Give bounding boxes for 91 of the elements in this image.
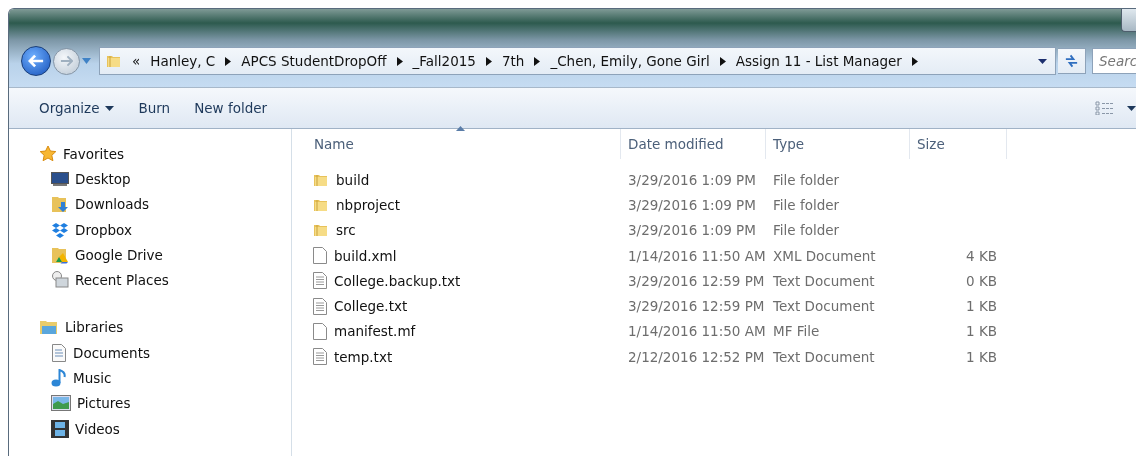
text-file-icon <box>313 272 327 290</box>
download-folder-icon <box>51 195 69 214</box>
document-icon <box>51 343 67 362</box>
date-cell-text: 3/29/2016 12:59 PM <box>627 272 766 289</box>
folder-icon <box>313 222 329 239</box>
chevron-icon[interactable] <box>396 56 403 66</box>
text-file-icon <box>313 348 327 366</box>
box-icon <box>51 221 69 238</box>
address-bar[interactable]: « Hanley, C APCS StudentDropOff _Fall2015 7th _Chen, Emily, Gone Girl Assign 11 - List Manager <box>99 47 1056 75</box>
view-caret-icon[interactable] <box>1127 105 1136 111</box>
monitor-icon <box>51 171 69 186</box>
date-cell-text: 3/29/2016 1:09 PM <box>627 171 757 188</box>
toolbar-button[interactable]: Burn <box>126 96 183 120</box>
forward-arrow-icon <box>60 55 73 67</box>
nav-group-header[interactable]: Libraries <box>9 314 291 341</box>
type-cell-text: File folder <box>772 171 841 188</box>
search-field[interactable]: Searc <box>1092 48 1136 74</box>
file-icon <box>313 322 327 340</box>
view-options-icon[interactable] <box>1095 101 1115 115</box>
toolbar-button[interactable]: Organize <box>27 96 127 120</box>
toolbar-button[interactable]: New folder <box>182 96 280 120</box>
nav-item[interactable]: Downloads <box>9 191 291 217</box>
window-button[interactable] <box>1121 9 1136 32</box>
type-cell-text: Text Document <box>772 272 876 289</box>
history-caret-icon[interactable] <box>82 58 91 64</box>
type-cell-text: Text Document <box>772 348 876 365</box>
type-cell-text: Text Document <box>772 298 876 315</box>
breadcrumb-item[interactable]: Assign 11 - List Manager <box>735 53 902 69</box>
chevron-icon[interactable] <box>225 56 232 66</box>
dropdown-caret-icon[interactable] <box>1038 58 1047 64</box>
type-cell-text: File folder <box>772 196 841 213</box>
nav-item[interactable]: Desktop <box>9 166 291 192</box>
caret-icon <box>105 105 115 111</box>
film-strip-icon <box>51 419 69 438</box>
column-header[interactable]: Size <box>910 129 1007 159</box>
nav-item[interactable]: Pictures <box>9 390 291 416</box>
chevron-icon[interactable] <box>485 56 492 66</box>
file-name[interactable]: build <box>336 171 370 188</box>
library-icon <box>39 319 59 336</box>
music-note-icon <box>51 369 67 387</box>
date-cell-text: 3/29/2016 12:59 PM <box>627 298 766 315</box>
size-cell-text: 1 KB <box>965 348 998 365</box>
breadcrumb-item[interactable]: Hanley, C <box>150 53 216 69</box>
drive-folder-icon <box>51 245 69 264</box>
breadcrumb-item[interactable]: APCS StudentDropOff <box>241 53 387 69</box>
type-cell-text: MF File <box>772 323 821 340</box>
back-button[interactable] <box>21 46 51 76</box>
nav-item[interactable]: Google Drive <box>9 242 291 268</box>
chevron-icon[interactable] <box>911 56 918 66</box>
size-cell-text: 0 KB <box>965 272 998 289</box>
date-cell-text: 3/29/2016 1:09 PM <box>627 222 757 239</box>
refresh-button[interactable] <box>1058 48 1086 74</box>
nav-item[interactable]: Music <box>9 365 291 391</box>
overflow-marker[interactable]: « <box>132 53 141 69</box>
breadcrumb-item[interactable]: _Fall2015 <box>412 53 476 69</box>
date-cell-text: 2/12/2016 12:52 PM <box>627 348 766 365</box>
back-arrow-icon <box>28 54 44 68</box>
refresh-arrows-icon <box>1064 53 1079 69</box>
sort-caret-icon <box>456 126 465 131</box>
size-cell-text: 1 KB <box>965 323 998 340</box>
date-cell-text: 1/14/2016 11:50 AM <box>627 323 766 340</box>
file-name[interactable]: src <box>336 222 356 239</box>
file-name[interactable]: College.txt <box>334 298 408 315</box>
star-icon <box>39 144 57 163</box>
chevron-icon[interactable] <box>534 56 541 66</box>
file-name[interactable]: College.backup.txt <box>334 272 461 289</box>
date-cell-text: 1/14/2016 11:50 AM <box>627 247 766 264</box>
chevron-icon[interactable] <box>719 56 726 66</box>
file-name[interactable]: nbproject <box>336 196 400 213</box>
size-cell-text: 1 KB <box>965 298 998 315</box>
recent-places-icon <box>51 271 69 290</box>
type-cell-text: XML Document <box>772 247 877 264</box>
nav-item[interactable]: Dropbox <box>9 216 291 243</box>
type-cell-text: File folder <box>772 222 841 239</box>
file-name[interactable]: manifest.mf <box>334 323 416 340</box>
nav-item[interactable]: Documents <box>9 340 291 366</box>
file-name[interactable]: build.xml <box>334 247 397 264</box>
file-name[interactable]: temp.txt <box>334 348 393 365</box>
date-cell-text: 3/29/2016 1:09 PM <box>627 196 757 213</box>
breadcrumb-item[interactable]: _Chen, Emily, Gone Girl <box>550 53 710 69</box>
nav-group-header[interactable]: Favorites <box>9 141 291 167</box>
nav-item[interactable]: Videos <box>9 415 291 442</box>
column-header[interactable]: Type <box>766 129 910 159</box>
column-header[interactable]: Date modified <box>621 129 766 159</box>
file-icon <box>313 247 327 265</box>
folder-icon <box>106 53 122 69</box>
size-cell-text: 4 KB <box>965 247 998 264</box>
text-file-icon <box>313 297 327 315</box>
breadcrumb-item[interactable]: 7th <box>501 53 525 69</box>
landscape-picture-icon <box>51 395 71 412</box>
nav-item[interactable]: Recent Places <box>9 267 291 293</box>
